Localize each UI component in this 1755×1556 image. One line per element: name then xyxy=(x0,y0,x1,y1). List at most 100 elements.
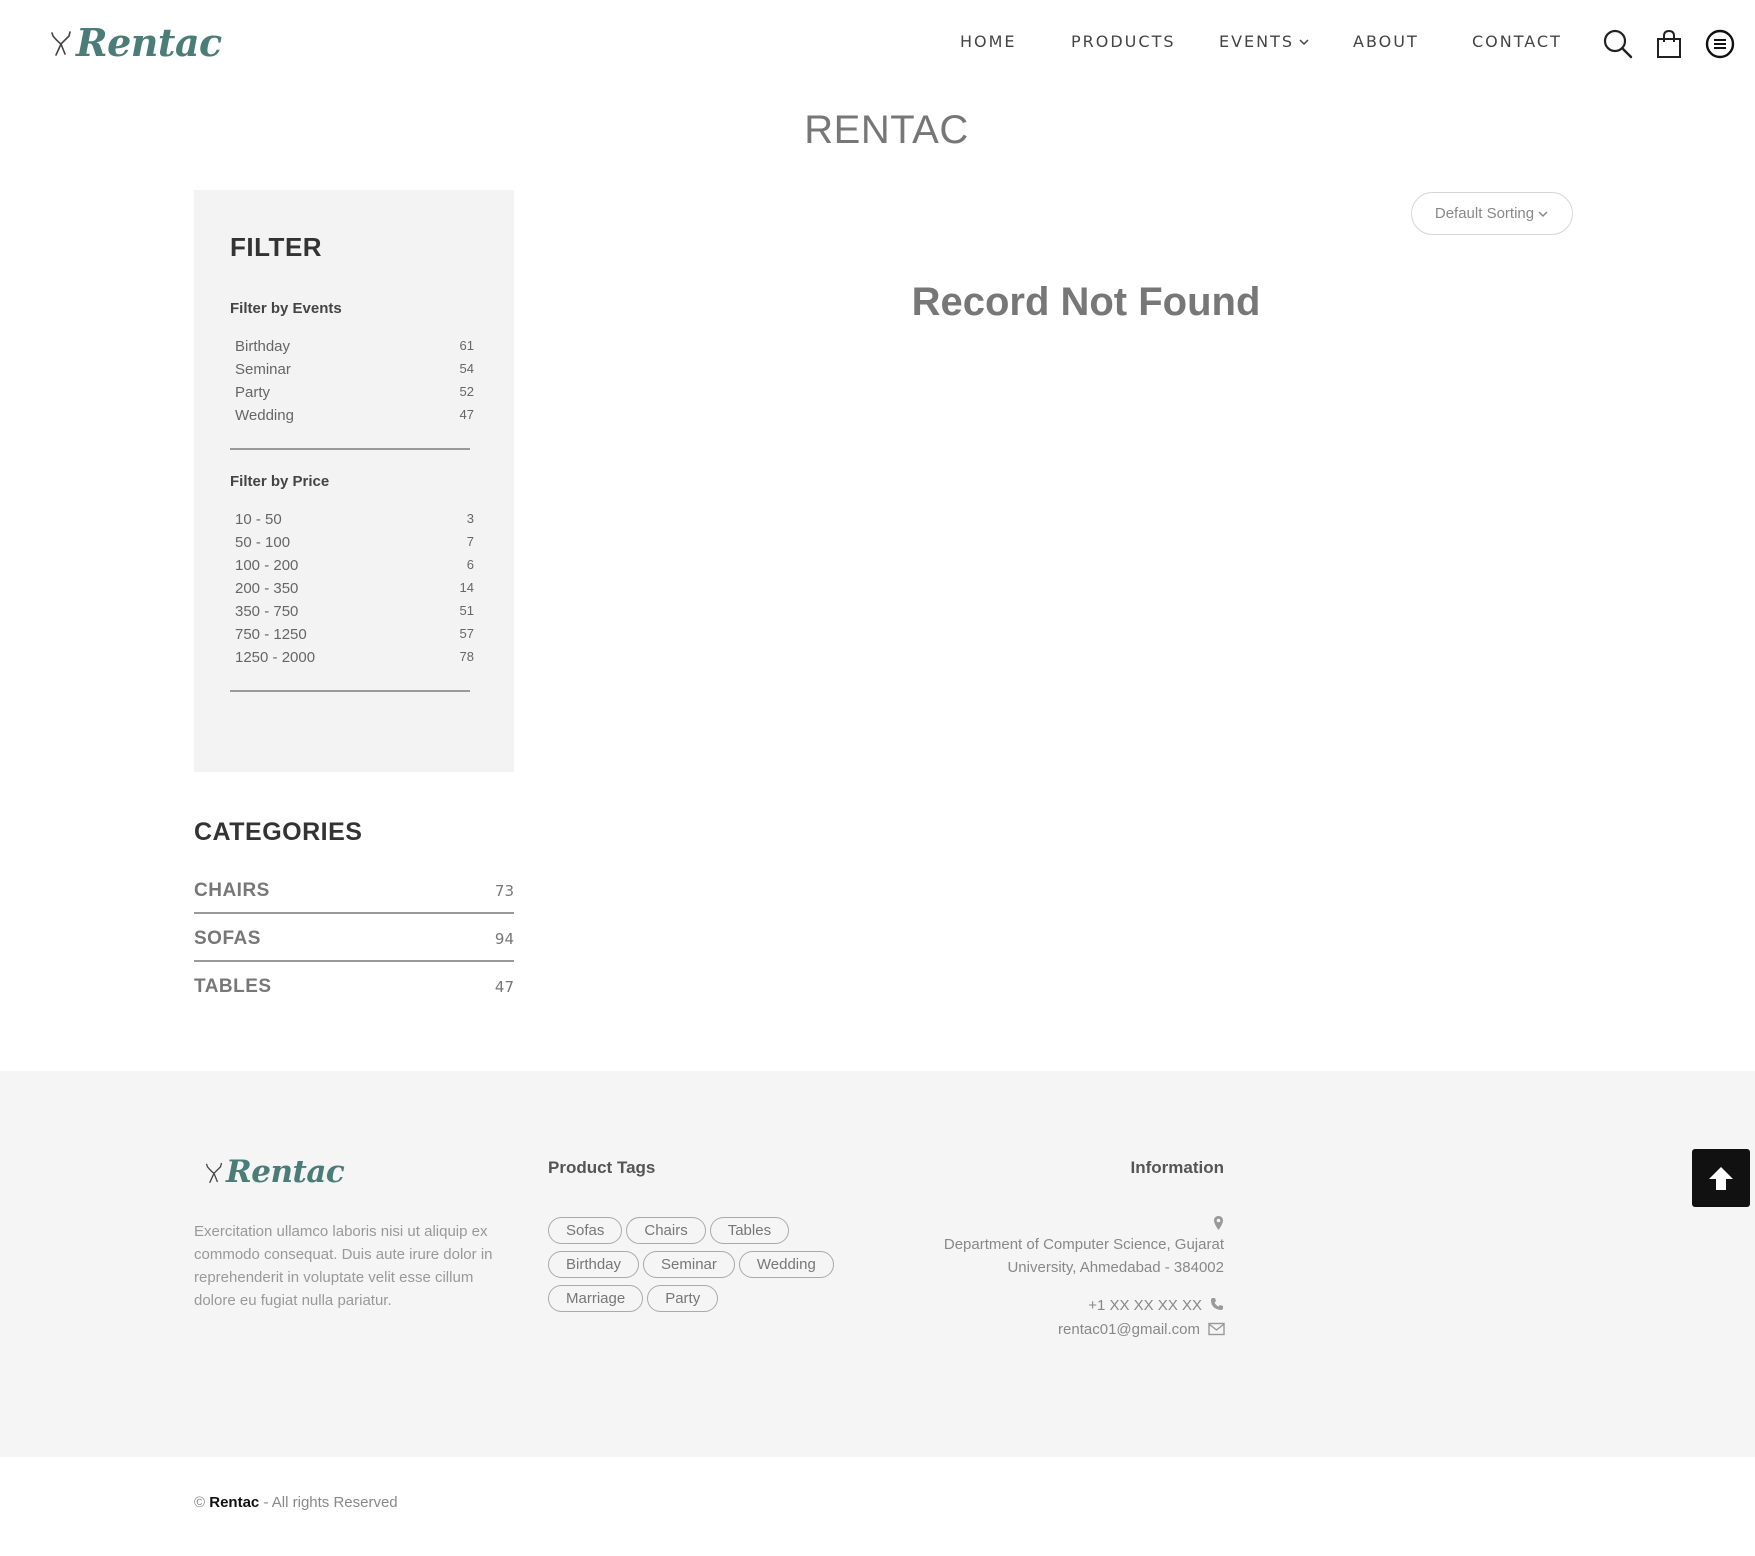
filter-price-label: 50 - 100 xyxy=(235,534,291,551)
footer-logo[interactable]: Rentac xyxy=(205,1154,345,1190)
filter-event-count: 52 xyxy=(459,384,474,399)
nav-home-link[interactable]: HOME xyxy=(960,32,1017,51)
phone-icon xyxy=(1211,1298,1223,1310)
address-line-2: University, Ahmedabad - 384002 xyxy=(1007,1259,1224,1276)
category-item-sofas[interactable]: SOFAS 94 xyxy=(194,928,514,950)
phone-number[interactable]: +1 XX XX XX XX xyxy=(1000,1297,1202,1314)
filter-price-count: 51 xyxy=(459,603,474,618)
filter-price-item[interactable]: 200 - 350 14 xyxy=(235,580,474,597)
filter-price-label: 10 - 50 xyxy=(235,511,282,528)
filter-price-item[interactable]: 350 - 750 51 xyxy=(235,603,474,620)
search-icon[interactable] xyxy=(1602,28,1634,60)
tag-marriage[interactable]: Marriage xyxy=(548,1285,644,1312)
filter-event-count: 61 xyxy=(459,338,474,353)
copyright-brand: Rentac xyxy=(209,1494,260,1511)
tags-row: Marriage Party xyxy=(548,1285,719,1312)
email-address[interactable]: rentac01@gmail.com xyxy=(960,1321,1200,1338)
nav-about-link[interactable]: ABOUT xyxy=(1353,32,1419,51)
location-pin-icon xyxy=(1214,1216,1223,1230)
sort-label: Default Sorting xyxy=(1434,205,1535,222)
filter-event-item[interactable]: Party 52 xyxy=(235,384,474,401)
filter-price-item[interactable]: 100 - 200 6 xyxy=(235,557,474,574)
category-count: 94 xyxy=(494,930,514,948)
filter-price-item[interactable]: 750 - 1250 57 xyxy=(235,626,474,643)
filter-price-label: 750 - 1250 xyxy=(235,626,307,643)
filter-event-label: Birthday xyxy=(235,338,291,355)
copyright-text: - All rights Reserved xyxy=(263,1494,398,1511)
category-divider xyxy=(194,960,514,962)
email-icon xyxy=(1208,1322,1225,1336)
nav-products[interactable]: PRODUCTS xyxy=(1071,32,1176,51)
filter-event-label: Wedding xyxy=(235,407,294,424)
nav-contact[interactable]: CONTACT xyxy=(1472,32,1562,51)
filter-event-count: 47 xyxy=(459,407,474,422)
categories-title: CATEGORIES xyxy=(194,818,363,846)
page-title: RENTAC xyxy=(804,108,969,152)
logo-text: Rentac xyxy=(76,20,222,65)
sort-dropdown[interactable]: Default Sorting xyxy=(1411,192,1573,235)
address-line-1: Department of Computer Science, Gujarat xyxy=(943,1236,1224,1253)
filter-price-count: 78 xyxy=(459,649,474,664)
filter-event-item[interactable]: Wedding 47 xyxy=(235,407,474,424)
filter-title: FILTER xyxy=(230,232,323,262)
tag-birthday[interactable]: Birthday xyxy=(548,1251,640,1278)
footer-description: Exercitation ullamco laboris nisi ut ali… xyxy=(194,1223,493,1309)
logo-mark-icon xyxy=(51,30,71,56)
logo-mark-icon xyxy=(205,1162,223,1183)
filter-panel: FILTER Filter by Events Birthday 61 Semi… xyxy=(194,190,514,772)
tag-chairs[interactable]: Chairs xyxy=(626,1217,706,1244)
nav-contact-link[interactable]: CONTACT xyxy=(1472,32,1562,51)
filter-divider xyxy=(230,690,470,692)
chevron-down-icon xyxy=(1299,38,1309,45)
filter-price-count: 57 xyxy=(459,626,474,641)
nav-products-link[interactable]: PRODUCTS xyxy=(1071,32,1176,51)
category-label: TABLES xyxy=(194,976,272,997)
shopping-bag-icon[interactable] xyxy=(1653,28,1685,60)
footer-logo-text: Rentac xyxy=(226,1154,345,1190)
tags-row: Sofas Chairs Tables xyxy=(548,1217,790,1244)
tag-wedding[interactable]: Wedding xyxy=(738,1251,834,1278)
tag-sofas[interactable]: Sofas xyxy=(548,1217,623,1244)
filter-event-label: Party xyxy=(235,384,271,401)
site-logo[interactable]: Rentac xyxy=(50,20,222,65)
filter-divider xyxy=(230,448,470,450)
filter-price-item[interactable]: 50 - 100 7 xyxy=(235,534,474,551)
category-item-chairs[interactable]: CHAIRS 73 xyxy=(194,880,514,902)
filter-price-label: 100 - 200 xyxy=(235,557,299,574)
category-item-tables[interactable]: TABLES 47 xyxy=(194,976,514,998)
category-label: SOFAS xyxy=(194,928,261,949)
nav-events-link[interactable]: EVENTS xyxy=(1219,32,1294,51)
information-title: Information xyxy=(1130,1158,1225,1177)
filter-event-label: Seminar xyxy=(235,361,291,378)
copyright: © Rentac - All rights Reserved xyxy=(194,1494,398,1511)
category-count: 47 xyxy=(494,978,514,996)
filter-event-item[interactable]: Birthday 61 xyxy=(235,338,474,355)
filter-price-label: 350 - 750 xyxy=(235,603,299,620)
scroll-to-top-button[interactable] xyxy=(1692,1149,1750,1207)
filter-price-count: 3 xyxy=(466,511,474,526)
category-divider xyxy=(194,912,514,914)
filter-event-item[interactable]: Seminar 54 xyxy=(235,361,474,378)
tag-seminar[interactable]: Seminar xyxy=(643,1251,735,1278)
arrow-up-icon xyxy=(1709,1167,1733,1190)
category-label: CHAIRS xyxy=(194,880,270,901)
chevron-down-icon xyxy=(1538,210,1548,217)
filter-event-count: 54 xyxy=(459,361,474,376)
empty-state-message: Record Not Found xyxy=(911,280,1261,324)
filter-price-count: 7 xyxy=(466,534,474,549)
tag-tables[interactable]: Tables xyxy=(709,1217,790,1244)
nav-about[interactable]: ABOUT xyxy=(1353,32,1419,51)
filter-price-count: 6 xyxy=(466,557,474,572)
filter-price-label: 200 - 350 xyxy=(235,580,299,597)
menu-icon[interactable] xyxy=(1704,28,1736,60)
nav-home[interactable]: HOME xyxy=(960,32,1017,51)
nav-events[interactable]: EVENTS xyxy=(1219,32,1310,51)
filter-price-item[interactable]: 10 - 50 3 xyxy=(235,511,474,528)
category-count: 73 xyxy=(494,882,514,900)
tags-row: Birthday Seminar Wedding xyxy=(548,1251,834,1278)
tag-party[interactable]: Party xyxy=(647,1285,719,1312)
filter-price-label: 1250 - 2000 xyxy=(235,649,316,666)
filter-price-title: Filter by Price xyxy=(230,473,330,490)
filter-price-item[interactable]: 1250 - 2000 78 xyxy=(235,649,474,666)
filter-events-title: Filter by Events xyxy=(230,300,342,317)
